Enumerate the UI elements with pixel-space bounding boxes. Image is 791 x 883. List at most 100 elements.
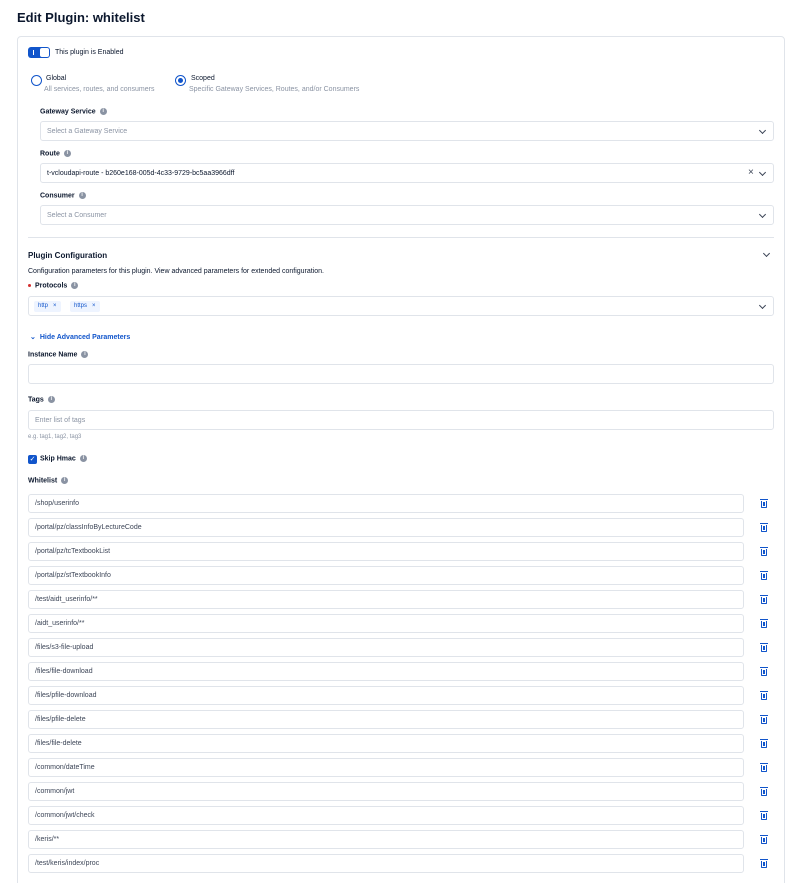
tags-placeholder: Enter list of tags	[35, 417, 86, 424]
whitelist-item-value: /common/jwt/check	[35, 812, 95, 819]
trash-icon[interactable]	[760, 523, 768, 532]
chevron-down-icon	[759, 211, 767, 219]
whitelist-item-input[interactable]: /test/keris/index/proc	[28, 854, 744, 873]
info-icon[interactable]: i	[99, 108, 107, 115]
trash-body	[761, 525, 767, 532]
whitelist-item-input[interactable]: /files/pfile-delete	[28, 710, 744, 729]
tags-hint: e.g. tag1, tag2, tag3	[28, 434, 82, 440]
route-select[interactable]: t-vcloudapi-route - b260e168-005d-4c33-9…	[40, 163, 774, 183]
whitelist-item-value: /aidt_userinfo/**	[35, 620, 85, 627]
whitelist-item-input[interactable]: /portal/pz/tcTextbookList	[28, 542, 744, 561]
page-title: Edit Plugin: whitelist	[17, 10, 145, 25]
trash-icon[interactable]	[760, 595, 768, 604]
tags-label: Tags i	[28, 396, 55, 403]
info-icon[interactable]: i	[78, 192, 86, 199]
hide-advanced-button[interactable]: ⌄ Hide Advanced Parameters	[30, 333, 130, 341]
whitelist-item-input[interactable]: /shop/userinfo	[28, 494, 744, 513]
trash-lid	[760, 523, 768, 524]
trash-icon[interactable]	[760, 619, 768, 628]
whitelist-label: Whitelist i	[28, 477, 69, 484]
whitelist-item-value: /keris/**	[35, 836, 60, 843]
info-icon[interactable]: i	[63, 150, 71, 157]
trash-body	[761, 813, 767, 820]
protocols-multiselect[interactable]: http × https ×	[28, 296, 774, 316]
whitelist-item-input[interactable]: /files/pfile-download	[28, 686, 744, 705]
route-value: t-vcloudapi-route - b260e168-005d-4c33-9…	[47, 170, 235, 177]
enabled-toggle[interactable]	[28, 47, 50, 58]
whitelist-item-value: /test/aidt_userinfo/**	[35, 596, 98, 603]
consumer-label: Consumer i	[40, 192, 86, 199]
whitelist-item-input[interactable]: /keris/**	[28, 830, 744, 849]
whitelist-item-input[interactable]: /files/file-delete	[28, 734, 744, 753]
clear-icon[interactable]: ×	[748, 168, 754, 178]
instance-name-input[interactable]	[28, 364, 774, 384]
scope-global-label: Global	[46, 75, 67, 82]
skip-hmac-checkbox[interactable]: ✓	[28, 455, 37, 464]
trash-body	[761, 717, 767, 724]
whitelist-item-input[interactable]: /test/aidt_userinfo/**	[28, 590, 744, 609]
info-icon[interactable]: i	[47, 396, 55, 403]
trash-lid	[760, 811, 768, 812]
gateway-service-select[interactable]: Select a Gateway Service	[40, 121, 774, 141]
remove-chip-icon[interactable]: ×	[53, 303, 57, 309]
whitelist-item-value: /files/pfile-download	[35, 692, 97, 699]
trash-icon[interactable]	[760, 499, 768, 508]
whitelist-item-value: /common/dateTime	[35, 764, 95, 771]
skip-hmac-label: Skip Hmac i	[40, 455, 87, 462]
required-indicator	[28, 284, 31, 287]
plugin-config-title: Plugin Configuration	[28, 251, 108, 260]
scope-scoped-radio[interactable]	[175, 75, 186, 86]
consumer-placeholder: Select a Consumer	[47, 212, 107, 219]
trash-icon[interactable]	[760, 763, 768, 772]
trash-icon[interactable]	[760, 571, 768, 580]
trash-icon[interactable]	[760, 739, 768, 748]
trash-lid	[760, 619, 768, 620]
route-label: Route i	[40, 150, 71, 157]
trash-lid	[760, 571, 768, 572]
consumer-select[interactable]: Select a Consumer	[40, 205, 774, 225]
plugin-config-desc: Configuration parameters for this plugin…	[28, 268, 324, 275]
info-icon[interactable]: i	[61, 477, 69, 484]
whitelist-item-value: /portal/pz/stTextbookInfo	[35, 572, 111, 579]
trash-icon[interactable]	[760, 787, 768, 796]
trash-icon[interactable]	[760, 643, 768, 652]
trash-icon[interactable]	[760, 715, 768, 724]
trash-icon[interactable]	[760, 859, 768, 868]
whitelist-item-value: /files/pfile-delete	[35, 716, 86, 723]
trash-body	[761, 789, 767, 796]
gateway-service-placeholder: Select a Gateway Service	[47, 128, 128, 135]
trash-body	[761, 549, 767, 556]
whitelist-item-input[interactable]: /portal/pz/classInfoByLectureCode	[28, 518, 744, 537]
whitelist-item-value: /test/keris/index/proc	[35, 860, 100, 867]
trash-body	[761, 693, 767, 700]
collapse-chevron-icon[interactable]	[763, 250, 771, 258]
trash-lid	[760, 547, 768, 548]
trash-icon[interactable]	[760, 811, 768, 820]
whitelist-item-input[interactable]: /aidt_userinfo/**	[28, 614, 744, 633]
trash-icon[interactable]	[760, 667, 768, 676]
trash-lid	[760, 499, 768, 500]
whitelist-item-input[interactable]: /files/file-download	[28, 662, 744, 681]
whitelist-item-input[interactable]: /common/jwt/check	[28, 806, 744, 825]
scope-global-radio[interactable]	[31, 75, 42, 86]
whitelist-item-value: /common/jwt	[35, 788, 75, 795]
trash-icon[interactable]	[760, 691, 768, 700]
trash-lid	[760, 667, 768, 668]
whitelist-item-input[interactable]: /portal/pz/stTextbookInfo	[28, 566, 744, 585]
whitelist-item-input[interactable]: /common/jwt	[28, 782, 744, 801]
tags-input[interactable]: Enter list of tags	[28, 410, 774, 430]
trash-body	[761, 669, 767, 676]
whitelist-item-input[interactable]: /files/s3-file-upload	[28, 638, 744, 657]
protocols-label: Protocols i	[28, 282, 79, 289]
trash-icon[interactable]	[760, 547, 768, 556]
scope-scoped-desc: Specific Gateway Services, Routes, and/o…	[189, 86, 360, 93]
trash-body	[761, 741, 767, 748]
instance-name-label: Instance Name i	[28, 351, 89, 358]
scope-scoped-label: Scoped	[191, 75, 215, 82]
info-icon[interactable]: i	[71, 282, 79, 289]
info-icon[interactable]: i	[81, 351, 89, 358]
whitelist-item-input[interactable]: /common/dateTime	[28, 758, 744, 777]
info-icon[interactable]: i	[79, 455, 87, 462]
trash-icon[interactable]	[760, 835, 768, 844]
remove-chip-icon[interactable]: ×	[92, 303, 96, 309]
